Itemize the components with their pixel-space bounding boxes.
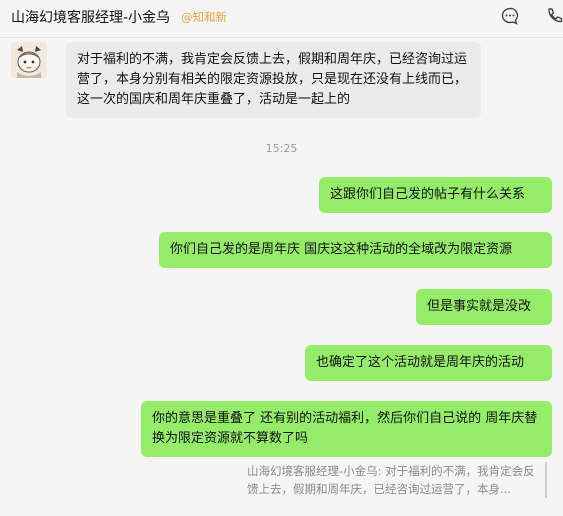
quoted-message[interactable]: 山海幻境客服经理-小金乌: 对于福利的不满，我肯定会反馈上去，假期和周年庆，已经… [247,462,547,498]
message-text: 你们自己发的是周年庆 国庆这这种活动的全域改为限定资源 [170,242,513,257]
message-list[interactable]: 对于福利的不满，我肯定会反馈上去，假期和周年庆，已经咨询过运营了，本身分别有相关… [0,38,563,516]
message-text: 但是事实就是没改 [427,299,532,314]
avatar[interactable] [11,42,47,78]
chat-more-icon[interactable] [500,6,520,26]
message-bubble-received[interactable]: 对于福利的不满，我肯定会反馈上去，假期和周年庆，已经咨询过运营了，本身分别有相关… [66,42,481,118]
message-bubble-sent[interactable]: 但是事实就是没改 [416,289,552,325]
message-bubble-sent[interactable]: 也确定了这个活动就是周年庆的活动 [305,345,552,381]
message-text: 你的意思是重叠了 还有别的活动福利，然后你们自己说的 周年庆替换为限定资源就不算… [152,411,538,446]
message-bubble-sent[interactable]: 这跟你们自己发的帖子有什么关系 [319,177,552,213]
timestamp: 15:25 [265,142,298,155]
message-bubble-sent[interactable]: 你的意思是重叠了 还有别的活动福利，然后你们自己说的 周年庆替换为限定资源就不算… [141,401,552,457]
message-text: 这跟你们自己发的帖子有什么关系 [330,187,526,202]
chat-title: 山海幻境客服经理-小金乌 [11,10,171,26]
chat-header: 山海幻境客服经理-小金乌 @知和新 [0,0,563,38]
phone-icon[interactable] [545,6,563,26]
quote-text: 山海幻境客服经理-小金乌: 对于福利的不满，我肯定会反馈上去，假期和周年庆，已经… [247,464,535,496]
message-text: 对于福利的不满，我肯定会反馈上去，假期和周年庆，已经咨询过运营了，本身分别有相关… [77,52,468,107]
avatar-image [11,42,47,78]
message-bubble-sent[interactable]: 你们自己发的是周年庆 国庆这这种活动的全域改为限定资源 [159,232,552,268]
user-tag[interactable]: @知和新 [181,9,227,25]
message-text: 也确定了这个活动就是周年庆的活动 [316,355,525,370]
